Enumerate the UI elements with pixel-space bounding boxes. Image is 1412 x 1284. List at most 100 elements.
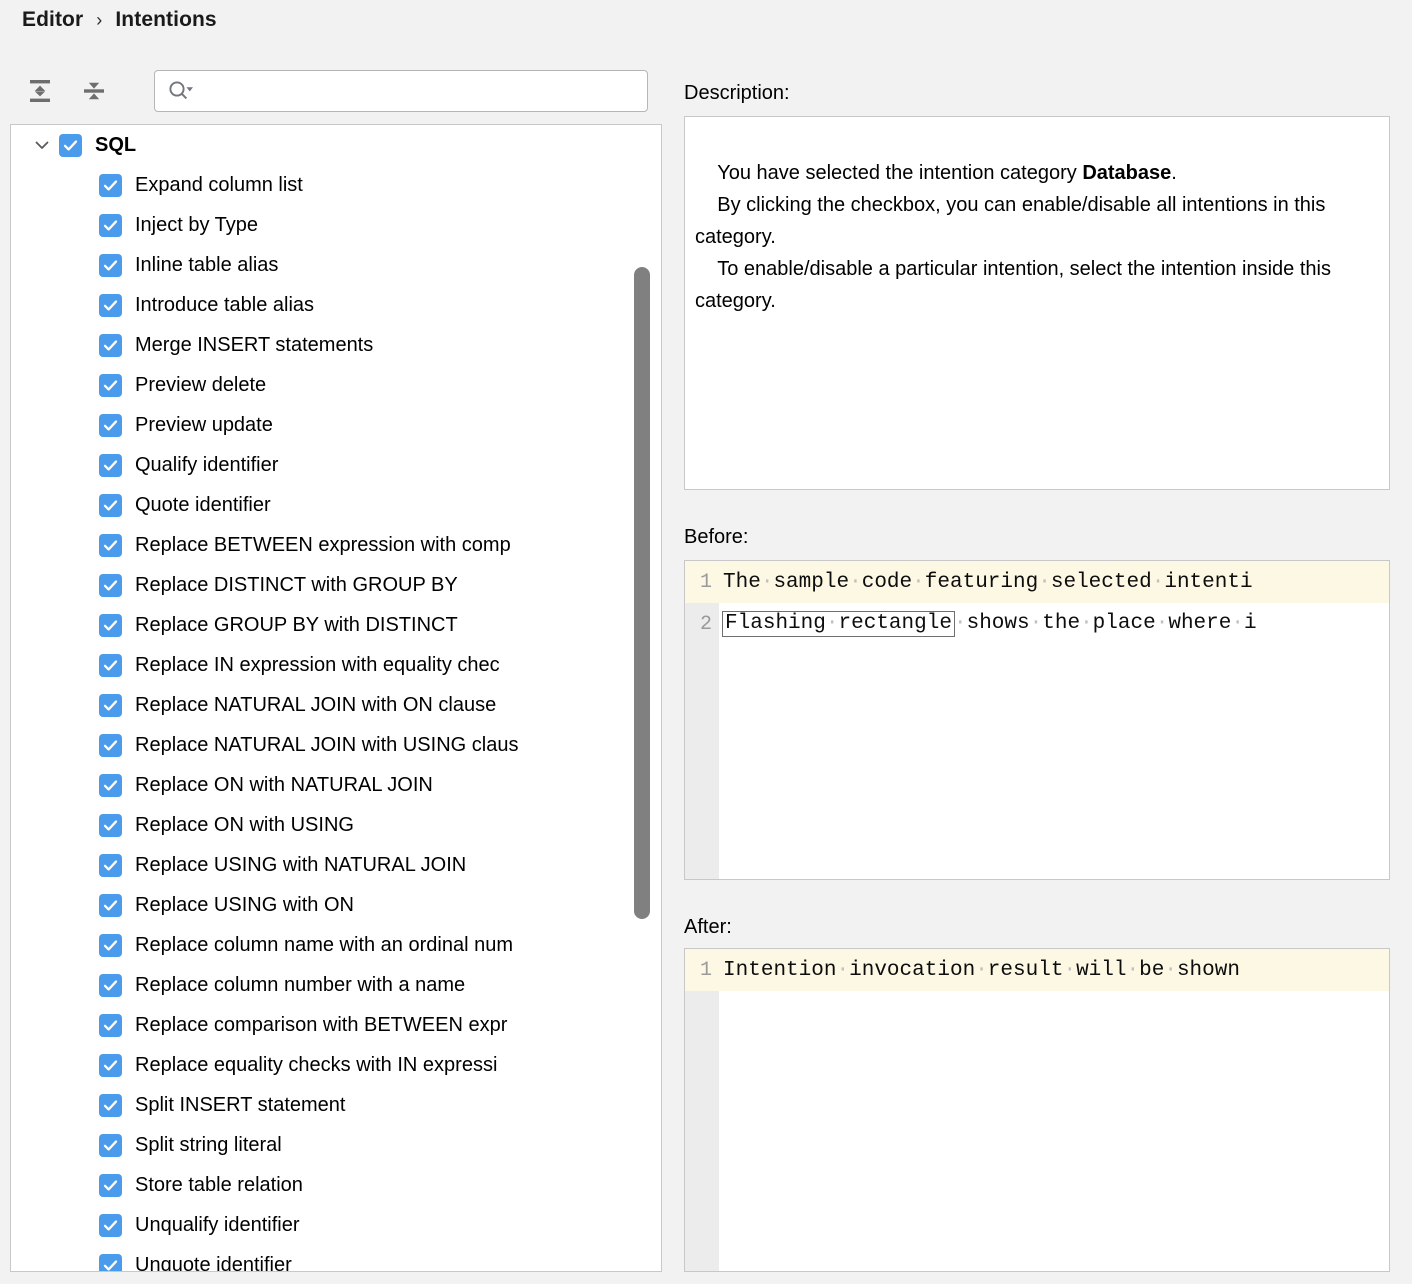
checkbox-intention[interactable] <box>99 1174 122 1197</box>
checkbox-intention[interactable] <box>99 534 122 557</box>
tree-row-label: Qualify identifier <box>135 455 278 475</box>
tree-row-label: Replace IN expression with equality chec <box>135 655 500 675</box>
chevron-down-icon[interactable] <box>29 132 55 158</box>
tree-row[interactable]: Replace ON with USING <box>11 805 661 845</box>
checkbox-intention[interactable] <box>99 814 122 837</box>
breadcrumb-item-editor[interactable]: Editor <box>22 8 83 32</box>
tree-row-label: SQL <box>95 135 136 155</box>
tree-row[interactable]: Store table relation <box>11 1165 661 1205</box>
checkbox-intention[interactable] <box>99 614 122 637</box>
search-input[interactable] <box>195 71 647 111</box>
checkbox-sql-category[interactable] <box>59 134 82 157</box>
code-line: 2 Flashing·rectangle·shows·the·place·whe… <box>685 603 1389 645</box>
before-label: Before: <box>684 526 748 549</box>
tree-row[interactable]: Replace NATURAL JOIN with ON clause <box>11 685 661 725</box>
checkbox-intention[interactable] <box>99 774 122 797</box>
tree-row[interactable]: Quote identifier <box>11 485 661 525</box>
tree-row[interactable]: Preview delete <box>11 365 661 405</box>
tree-row[interactable]: Replace column name with an ordinal num <box>11 925 661 965</box>
tree-row-label: Replace NATURAL JOIN with ON clause <box>135 695 496 715</box>
tree-row[interactable]: Introduce table alias <box>11 285 661 325</box>
line-number: 2 <box>685 613 719 636</box>
intentions-tree[interactable]: SQL Expand column list Inject by Type Inli… <box>11 125 661 1271</box>
checkbox-intention[interactable] <box>99 334 122 357</box>
collapse-all-button[interactable] <box>76 74 112 110</box>
checkbox-intention[interactable] <box>99 1134 122 1157</box>
tree-row-label: Unqualify identifier <box>135 1215 300 1235</box>
tree-row[interactable]: Replace column number with a name <box>11 965 661 1005</box>
description-line3: To enable/disable a particular intention… <box>695 258 1337 312</box>
checkbox-intention[interactable] <box>99 454 122 477</box>
search-field[interactable] <box>154 70 648 112</box>
checkbox-intention[interactable] <box>99 214 122 237</box>
code-text: Flashing·rectangle·shows·the·place·where… <box>719 611 1389 637</box>
code-text-rest: ·shows·the·place·where·i <box>954 612 1257 635</box>
checkbox-intention[interactable] <box>99 694 122 717</box>
tree-row[interactable]: Replace equality checks with IN expressi <box>11 1045 661 1085</box>
tree-row[interactable]: Replace USING with NATURAL JOIN <box>11 845 661 885</box>
code-text: Intention·invocation·result·will·be·show… <box>719 959 1389 982</box>
checkbox-intention[interactable] <box>99 654 122 677</box>
tree-row[interactable]: Replace IN expression with equality chec <box>11 645 661 685</box>
flashing-rectangle-highlight: Flashing·rectangle <box>722 611 955 637</box>
checkbox-intention[interactable] <box>99 294 122 317</box>
tree-row[interactable]: Replace ON with NATURAL JOIN <box>11 765 661 805</box>
tree-row[interactable]: Expand column list <box>11 165 661 205</box>
tree-row-label: Unquote identifier <box>135 1255 292 1271</box>
after-preview-panel: 1 Intention·invocation·result·will·be·sh… <box>684 948 1390 1272</box>
tree-row[interactable]: Preview update <box>11 405 661 445</box>
tree-children-container: Expand column list Inject by Type Inline t… <box>11 165 661 1271</box>
checkbox-intention[interactable] <box>99 894 122 917</box>
tree-row-label: Inject by Type <box>135 215 258 235</box>
breadcrumb: Editor › Intentions <box>22 5 217 35</box>
tree-row[interactable]: Replace NATURAL JOIN with USING claus <box>11 725 661 765</box>
checkbox-intention[interactable] <box>99 854 122 877</box>
tree-row[interactable]: Qualify identifier <box>11 445 661 485</box>
checkbox-intention[interactable] <box>99 1214 122 1237</box>
line-number: 1 <box>685 959 719 982</box>
tree-row-label: Replace column number with a name <box>135 975 465 995</box>
collapse-all-icon <box>81 78 107 107</box>
tree-row[interactable]: Replace GROUP BY with DISTINCT <box>11 605 661 645</box>
after-label: After: <box>684 916 732 939</box>
tree-row-label: Inline table alias <box>135 255 278 275</box>
tree-row[interactable]: Replace USING with ON <box>11 885 661 925</box>
checkbox-intention[interactable] <box>99 494 122 517</box>
description-text: You have selected the intention category… <box>695 125 1379 349</box>
tree-row-label: Preview delete <box>135 375 266 395</box>
tree-row-label: Replace DISTINCT with GROUP BY <box>135 575 458 595</box>
checkbox-intention[interactable] <box>99 1054 122 1077</box>
checkbox-intention[interactable] <box>99 974 122 997</box>
tree-row[interactable]: Split string literal <box>11 1125 661 1165</box>
tree-row[interactable]: Replace DISTINCT with GROUP BY <box>11 565 661 605</box>
tree-row[interactable]: Unqualify identifier <box>11 1205 661 1245</box>
tree-row[interactable]: Split INSERT statement <box>11 1085 661 1125</box>
breadcrumb-item-intentions: Intentions <box>115 8 216 32</box>
checkbox-intention[interactable] <box>99 414 122 437</box>
checkbox-intention[interactable] <box>99 1014 122 1037</box>
expand-all-button[interactable] <box>22 74 58 110</box>
tree-row[interactable]: Unquote identifier <box>11 1245 661 1271</box>
checkbox-intention[interactable] <box>99 934 122 957</box>
checkbox-intention[interactable] <box>99 374 122 397</box>
tree-row[interactable]: Merge INSERT statements <box>11 325 661 365</box>
checkbox-intention[interactable] <box>99 174 122 197</box>
checkbox-intention[interactable] <box>99 734 122 757</box>
checkbox-intention[interactable] <box>99 254 122 277</box>
tree-row-sql-category[interactable]: SQL <box>11 125 661 165</box>
description-label: Description: <box>684 82 790 105</box>
checkbox-intention[interactable] <box>99 1094 122 1117</box>
tree-row[interactable]: Inject by Type <box>11 205 661 245</box>
checkbox-intention[interactable] <box>99 574 122 597</box>
checkbox-intention[interactable] <box>99 1254 122 1272</box>
tree-vertical-scrollbar[interactable] <box>634 267 650 919</box>
line-number: 1 <box>685 571 719 594</box>
tree-row[interactable]: Inline table alias <box>11 245 661 285</box>
search-icon[interactable] <box>167 79 195 103</box>
tree-row-label: Split INSERT statement <box>135 1095 345 1115</box>
after-editor[interactable]: 1 Intention·invocation·result·will·be·sh… <box>685 949 1389 1271</box>
tree-row[interactable]: Replace comparison with BETWEEN expr <box>11 1005 661 1045</box>
tree-row[interactable]: Replace BETWEEN expression with comp <box>11 525 661 565</box>
before-editor[interactable]: 1 The·sample·code·featuring·selected·int… <box>685 561 1389 879</box>
code-line: 1 Intention·invocation·result·will·be·sh… <box>685 949 1389 991</box>
